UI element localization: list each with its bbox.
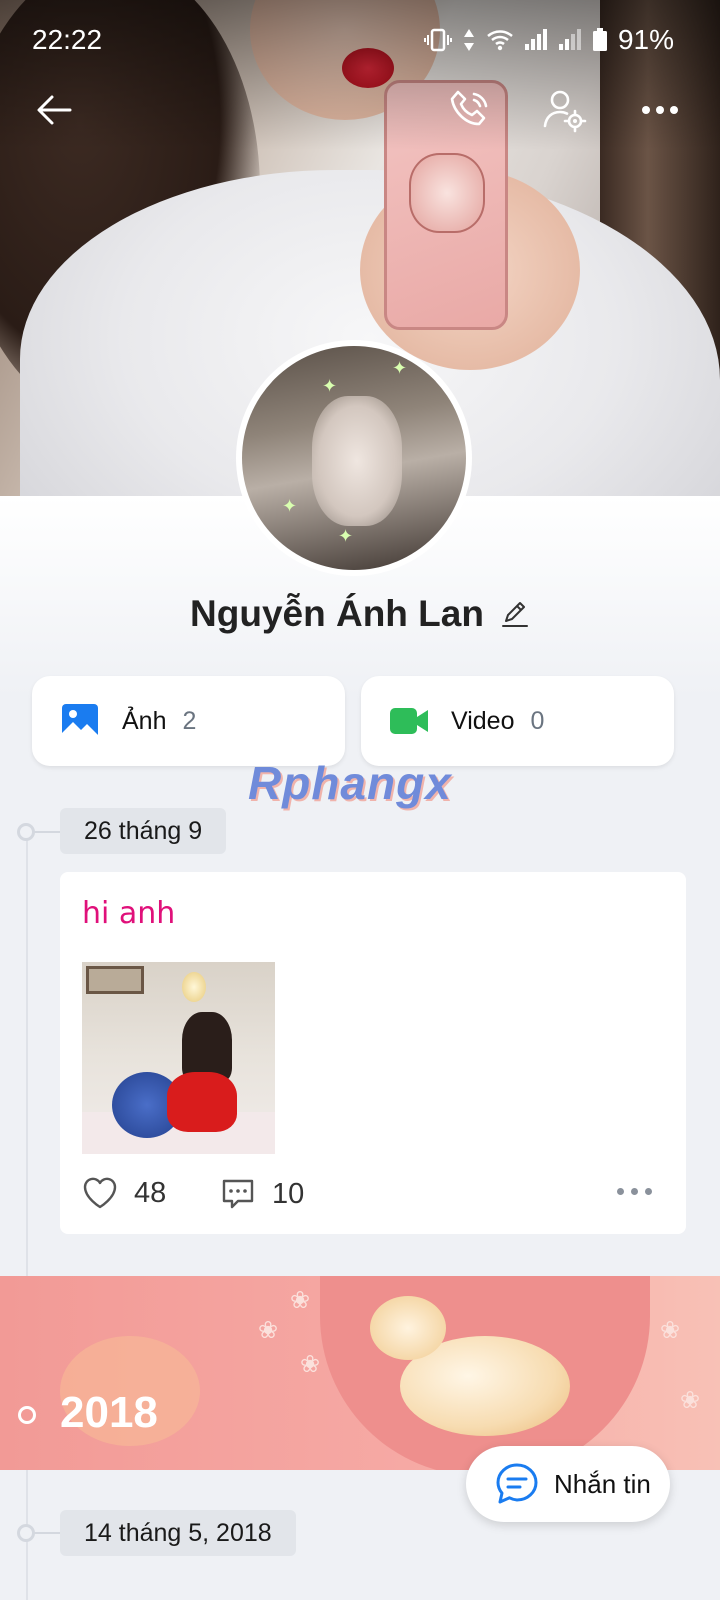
photos-card[interactable]: Ảnh 2 [32, 676, 345, 766]
like-count: 48 [134, 1176, 167, 1209]
sparkle-icon: ✦ [392, 358, 408, 378]
heart-icon [83, 1177, 117, 1209]
pencil-icon [501, 602, 528, 627]
phone-icon [450, 90, 488, 126]
edit-name-button[interactable] [500, 599, 530, 629]
post-more-button[interactable] [617, 1188, 652, 1195]
chat-bubble-icon [496, 1463, 538, 1504]
arrow-left-icon [37, 95, 72, 125]
profile-name-row: Nguyễn Ánh Lan [0, 588, 720, 640]
watermark: Rphangx [248, 757, 452, 809]
status-bar: 22:22 91% [0, 0, 720, 80]
videos-count: 0 [530, 706, 545, 735]
vibrate-icon [423, 26, 452, 54]
profile-settings-button[interactable] [540, 86, 588, 134]
data-arrows-icon [462, 26, 476, 54]
more-options-button[interactable] [636, 86, 684, 134]
wall-picture [86, 966, 144, 994]
year-label: 2018 [60, 1388, 158, 1437]
videos-label: Video [451, 706, 515, 735]
video-camera-icon [390, 708, 428, 734]
sparkle-icon: ✦ [322, 376, 338, 396]
dot [645, 1188, 652, 1195]
status-time: 22:22 [32, 24, 103, 55]
photos-label: Ảnh [122, 706, 167, 735]
comment-count: 10 [272, 1177, 305, 1210]
sparkle-icon: ✦ [282, 496, 298, 516]
send-message-label: Nhắn tin [554, 1468, 651, 1499]
dot [617, 1188, 624, 1195]
back-button[interactable] [30, 86, 78, 134]
paw-icon: ❀ [660, 1317, 681, 1344]
post-text: hi anh [82, 896, 176, 931]
year-banner: ❀ ❀ ❀ ❀ ❀ 2018 [0, 1276, 720, 1470]
timeline-line [26, 840, 28, 1600]
red-skirt [167, 1072, 237, 1132]
sparkle-icon: ✦ [338, 526, 354, 546]
videos-card[interactable]: Video 0 [361, 676, 674, 766]
dog-head [370, 1296, 446, 1360]
date-chip: 14 tháng 5, 2018 [60, 1510, 296, 1556]
paw-icon: ❀ [680, 1387, 701, 1414]
year-timeline-dot [18, 1406, 36, 1424]
paw-icon: ❀ [290, 1287, 311, 1314]
image-icon [62, 704, 98, 739]
tiger-emblem [409, 153, 485, 233]
signal-icon-1 [524, 26, 548, 54]
wifi-icon [486, 26, 514, 54]
battery-percentage: 91% [617, 24, 674, 55]
avatar-figure [312, 396, 402, 526]
post-card[interactable]: hi anh 48 10 [60, 872, 686, 1234]
timeline-connector [34, 831, 60, 833]
comment-icon [222, 1179, 254, 1209]
more-horizontal-icon [642, 106, 678, 114]
send-message-button[interactable]: Nhắn tin [466, 1446, 670, 1522]
paw-icon: ❀ [300, 1351, 321, 1378]
call-button[interactable] [446, 86, 494, 134]
user-settings-icon [543, 90, 587, 133]
avatar-photo: ✦ ✦ ✦ ✦ [242, 346, 466, 570]
post-photo[interactable] [82, 962, 275, 1154]
date-chip: 26 tháng 9 [60, 808, 227, 854]
signal-icon-2 [558, 26, 582, 54]
timeline-connector [34, 1532, 60, 1534]
paw-icon: ❀ [258, 1317, 279, 1344]
timeline-dot [17, 823, 35, 841]
dot [631, 1188, 638, 1195]
post-actions: 48 10 [82, 1176, 662, 1216]
comment-button[interactable]: 10 [220, 1176, 304, 1212]
profile-name: Nguyễn Ánh Lan [190, 593, 484, 634]
avatar[interactable]: ✦ ✦ ✦ ✦ [236, 340, 472, 576]
like-button[interactable]: 48 [82, 1176, 166, 1210]
timeline-dot [17, 1524, 35, 1542]
status-icons: 91% [423, 24, 674, 56]
wall-lamp [182, 972, 206, 1002]
photos-count: 2 [182, 706, 197, 735]
battery-icon [592, 26, 608, 54]
